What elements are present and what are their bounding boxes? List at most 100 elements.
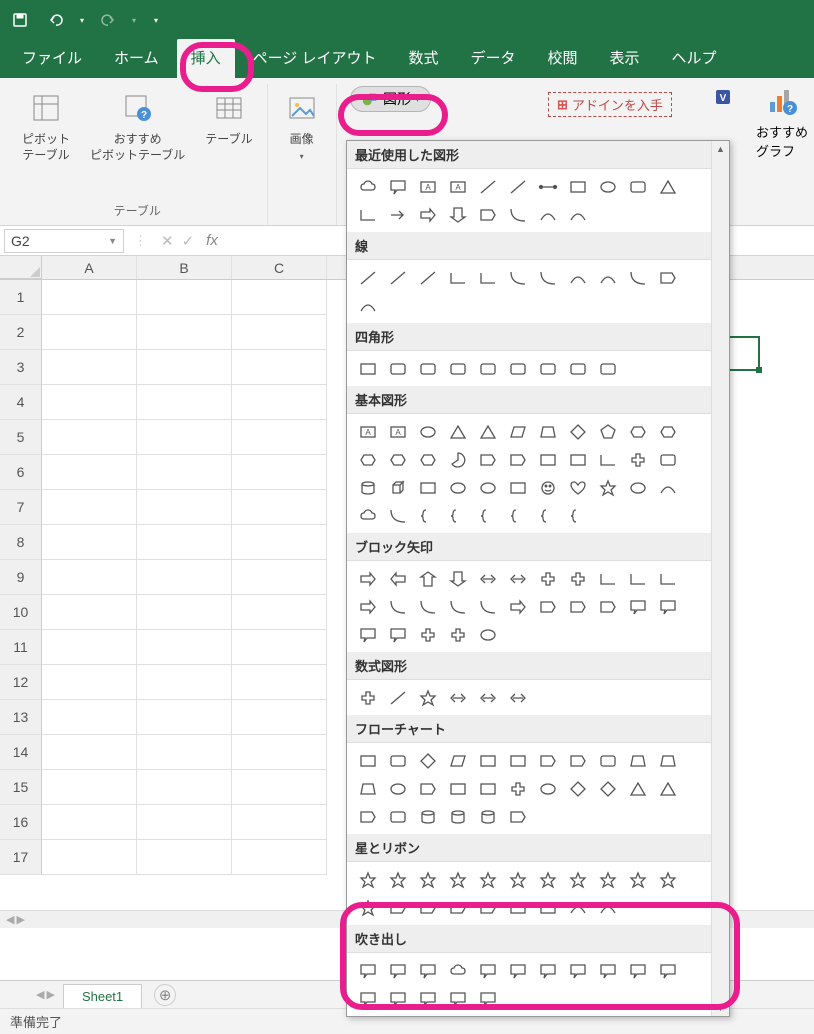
shape-fc-prep[interactable] <box>623 747 652 774</box>
shape-eq-div[interactable] <box>443 684 472 711</box>
cell[interactable] <box>137 560 232 595</box>
shape-elbow-arrow[interactable] <box>473 264 502 291</box>
shape-rect-callout[interactable] <box>383 173 412 200</box>
shape-fc-doc[interactable] <box>533 747 562 774</box>
row-header[interactable]: 3 <box>0 350 42 385</box>
shape-fc-seq-access[interactable] <box>413 803 442 830</box>
shape-frame[interactable] <box>533 446 562 473</box>
shape-star10[interactable] <box>563 866 592 893</box>
shape-ribbon-down[interactable] <box>413 894 442 921</box>
shape-star8[interactable] <box>533 866 562 893</box>
shape-star24[interactable] <box>653 866 682 893</box>
shape-heart[interactable] <box>563 474 592 501</box>
scroll-down-icon[interactable]: ▼ <box>716 1000 725 1016</box>
shape-arr-callout-lr[interactable] <box>413 621 442 648</box>
shape-arr-r[interactable] <box>353 565 382 592</box>
row-header[interactable]: 14 <box>0 735 42 770</box>
shape-cube[interactable] <box>383 474 412 501</box>
cell[interactable] <box>232 630 327 665</box>
shape-arr-curve-u[interactable] <box>443 593 472 620</box>
cell[interactable] <box>232 280 327 315</box>
shape-co-bent2[interactable] <box>623 957 652 984</box>
cell[interactable] <box>137 455 232 490</box>
tab-home[interactable]: ホーム <box>100 39 173 78</box>
shape-fc-direct[interactable] <box>473 803 502 830</box>
sheet-nav-prev-icon[interactable]: ◀ <box>6 913 14 926</box>
shape-hept[interactable] <box>653 418 682 445</box>
shape-line[interactable] <box>353 264 382 291</box>
shape-arc2[interactable] <box>623 264 652 291</box>
sheet-tab-sheet1[interactable]: Sheet1 <box>63 984 142 1008</box>
cell[interactable] <box>232 805 327 840</box>
shape-line2[interactable] <box>383 264 412 291</box>
shape-rt-tri[interactable] <box>473 418 502 445</box>
shape-fc-offpage[interactable] <box>413 775 442 802</box>
cell[interactable] <box>137 315 232 350</box>
confirm-icon[interactable]: ✓ <box>182 232 195 250</box>
cell[interactable] <box>42 385 137 420</box>
shape-fc-stored[interactable] <box>353 803 382 830</box>
shape-curve-conn[interactable] <box>503 264 532 291</box>
shape-arr-curve-l[interactable] <box>413 593 442 620</box>
shape-arr-lr[interactable] <box>473 565 502 592</box>
shape-triangle[interactable] <box>653 173 682 200</box>
shape-tear[interactable] <box>503 446 532 473</box>
cell[interactable] <box>42 840 137 875</box>
shape-fc-collate[interactable] <box>563 775 592 802</box>
shape-freeform2[interactable] <box>653 264 682 291</box>
cell[interactable] <box>42 280 137 315</box>
shape-chord[interactable] <box>473 446 502 473</box>
shape-arr-u[interactable] <box>413 565 442 592</box>
cell[interactable] <box>137 385 232 420</box>
sheet-nav-last-icon[interactable]: ▶ <box>46 988 54 1001</box>
cell[interactable] <box>42 630 137 665</box>
shape-dodec[interactable] <box>413 446 442 473</box>
shape-fc-magnetic[interactable] <box>443 803 472 830</box>
shape-co-cloud[interactable] <box>443 957 472 984</box>
shape-star6[interactable] <box>473 866 502 893</box>
redo-icon[interactable] <box>96 8 120 32</box>
shape-cloud[interactable] <box>353 502 382 529</box>
shape-double-wave[interactable] <box>593 894 622 921</box>
scroll-up-icon[interactable]: ▲ <box>716 141 725 157</box>
cell[interactable] <box>137 280 232 315</box>
shape-co-bent3[interactable] <box>653 957 682 984</box>
shape-brace-r[interactable] <box>503 502 532 529</box>
shape-rect[interactable] <box>563 173 592 200</box>
cell[interactable] <box>232 700 327 735</box>
row-header[interactable]: 10 <box>0 595 42 630</box>
shape-fc-merge[interactable] <box>653 775 682 802</box>
shape-arr-callout-r[interactable] <box>623 593 652 620</box>
row-header[interactable]: 1 <box>0 280 42 315</box>
row-header[interactable]: 4 <box>0 385 42 420</box>
shapes-dropdown-button[interactable]: 図形 ▾ <box>350 86 431 112</box>
shape-fc-display[interactable] <box>503 803 532 830</box>
select-all-corner[interactable] <box>0 256 42 279</box>
shape-trap[interactable] <box>533 418 562 445</box>
shape-diamond[interactable] <box>563 418 592 445</box>
shape-co-line4[interactable] <box>563 957 592 984</box>
shape-fc-manual-op[interactable] <box>353 775 382 802</box>
shape-oval[interactable] <box>593 173 622 200</box>
shape-textbox-v[interactable]: A <box>383 418 412 445</box>
cell[interactable] <box>232 385 327 420</box>
shape-ribbon-up[interactable] <box>383 894 412 921</box>
shape-arr-callout-l[interactable] <box>353 621 382 648</box>
shape-fc-multidoc[interactable] <box>563 747 592 774</box>
shape-oct[interactable] <box>353 446 382 473</box>
shape-bracket-l[interactable] <box>413 502 442 529</box>
shape-co-acc2[interactable] <box>413 985 442 1012</box>
shape-co-rrect[interactable] <box>383 957 412 984</box>
row-header[interactable]: 15 <box>0 770 42 805</box>
cell[interactable] <box>42 735 137 770</box>
cell[interactable] <box>137 350 232 385</box>
cell[interactable] <box>232 525 327 560</box>
get-addins-button[interactable]: ⊞ アドインを入手 <box>548 92 672 117</box>
row-header[interactable]: 2 <box>0 315 42 350</box>
shape-brace-pair[interactable] <box>533 502 562 529</box>
shape-eq-eq[interactable] <box>473 684 502 711</box>
shape-arr-pent[interactable] <box>563 593 592 620</box>
cell[interactable] <box>137 840 232 875</box>
row-header[interactable]: 6 <box>0 455 42 490</box>
shape-arc[interactable] <box>503 201 532 228</box>
